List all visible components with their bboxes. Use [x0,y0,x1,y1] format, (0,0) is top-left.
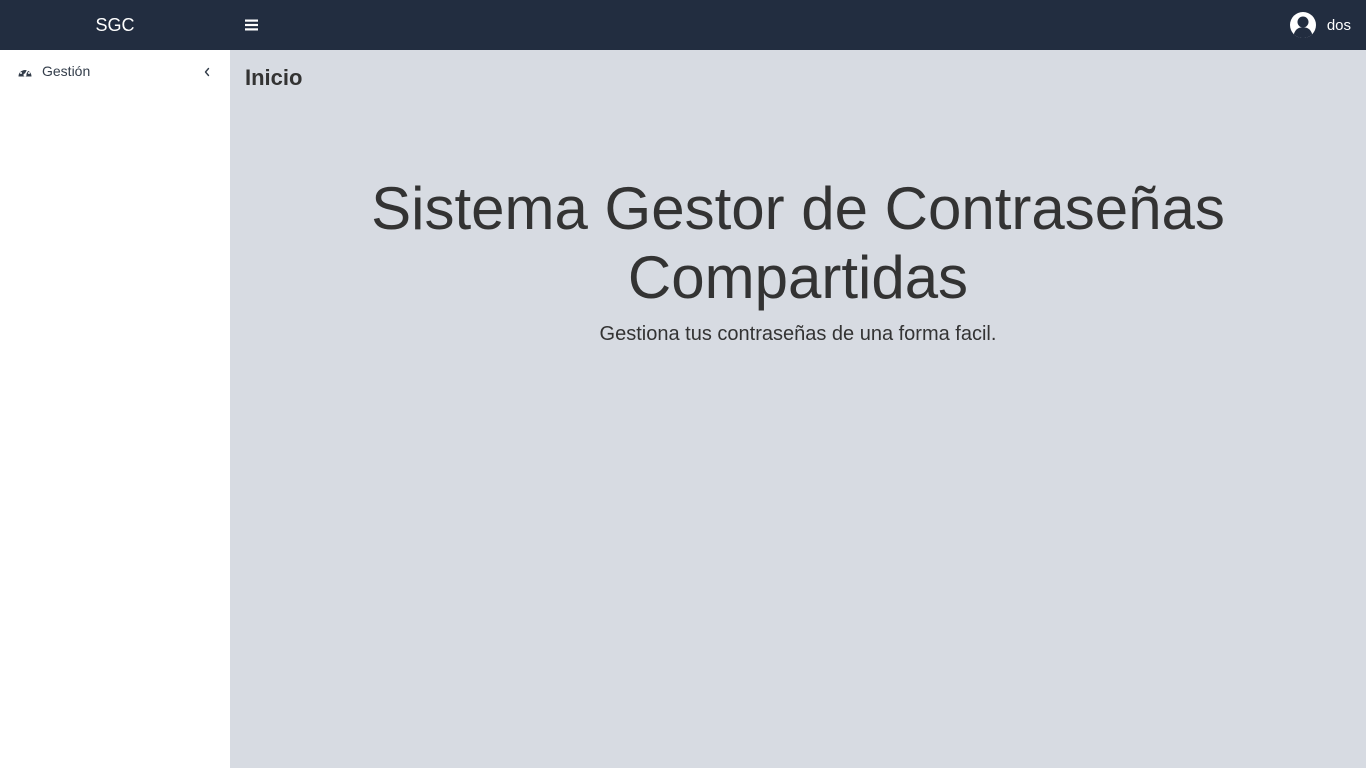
sidebar-item-label: Gestión [42,63,91,79]
brand-logo[interactable]: SGC [0,0,230,50]
top-navbar: SGC dos [0,0,1366,50]
sidebar-item-gestion[interactable]: Gestión [0,60,230,84]
welcome-hero: Sistema Gestor de Contraseñas Compartida… [230,174,1366,346]
page-title: Inicio [245,65,303,90]
user-name: dos [1326,16,1351,34]
chevron-left-icon [204,67,210,77]
hamburger-icon [244,19,258,31]
sidebar: Gestión [0,50,230,768]
hero-subtitle: Gestiona tus contraseñas de una forma fa… [599,323,997,345]
hero-title: Sistema Gestor de Contraseñas Compartida… [371,175,1225,311]
sidebar-toggle-button[interactable] [238,13,264,37]
user-menu[interactable]: dos [1289,12,1351,38]
dashboard-icon [18,67,32,77]
main-content: Inicio Sistema Gestor de Contraseñas Com… [230,50,1366,768]
user-avatar-icon [1289,12,1316,38]
